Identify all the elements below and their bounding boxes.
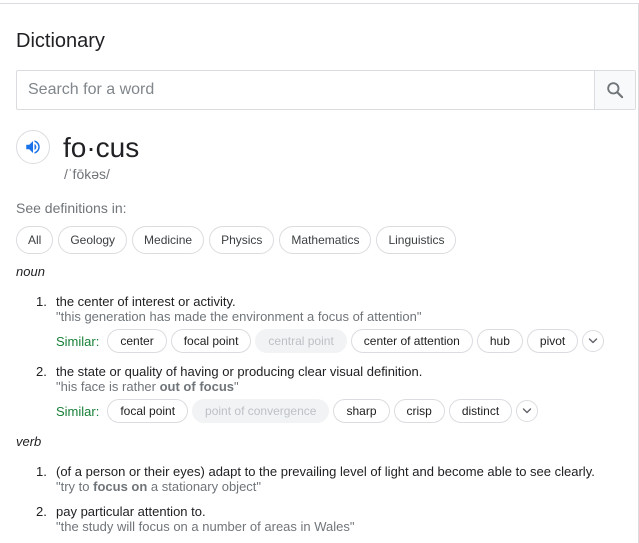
definition-text: the center of interest or activity. [56, 294, 236, 309]
pronunciation-button[interactable] [16, 130, 50, 164]
part-of-speech-verb: verb [16, 434, 42, 449]
chip-geology[interactable]: Geology [58, 226, 128, 254]
sense-number: 1. [36, 294, 47, 309]
example-text: "the study will focus on a number of are… [56, 519, 355, 534]
phonetic: /ˈfōkəs/ [64, 166, 110, 182]
domain-chips: All Geology Medicine Physics Mathematics… [16, 226, 457, 254]
similar-chip[interactable]: sharp [333, 399, 390, 423]
similar-chip-disabled: point of convergence [192, 399, 330, 423]
search-field[interactable] [17, 71, 594, 109]
chevron-down-icon [589, 338, 598, 344]
definition-text: (of a person or their eyes) adapt to the… [56, 464, 595, 479]
example-text: "his face is rather out of focus" [56, 379, 239, 394]
example-highlight: focus on [93, 479, 148, 494]
part-of-speech-noun: noun [16, 264, 45, 279]
dictionary-title: Dictionary [16, 30, 105, 52]
example-highlight: out of focus [159, 379, 234, 394]
similar-row: Similar: focal point point of convergenc… [56, 399, 539, 423]
similar-label: Similar: [56, 403, 100, 419]
similar-row: Similar: center focal point central poin… [56, 329, 605, 353]
expand-similar-button[interactable] [582, 330, 605, 352]
search-button[interactable] [594, 71, 635, 109]
headword: fo·cus [63, 132, 140, 163]
similar-chip[interactable]: distinct [448, 399, 513, 423]
example-text: "this generation has made the environmen… [56, 309, 422, 324]
chip-linguistics[interactable]: Linguistics [376, 226, 457, 254]
similar-label: Similar: [56, 333, 100, 349]
search-input[interactable] [26, 80, 594, 100]
speaker-icon [26, 140, 40, 154]
chip-all[interactable]: All [16, 226, 54, 254]
definition-text: pay particular attention to. [56, 504, 206, 519]
sense-number: 1. [36, 464, 47, 479]
similar-chip[interactable]: focal point [107, 399, 189, 423]
see-definitions-label: See definitions in: [16, 200, 127, 216]
search-icon [607, 82, 624, 99]
similar-chip[interactable]: pivot [526, 329, 579, 353]
search-box [16, 70, 636, 110]
chip-mathematics[interactable]: Mathematics [279, 226, 372, 254]
chip-medicine[interactable]: Medicine [132, 226, 205, 254]
chip-physics[interactable]: Physics [209, 226, 275, 254]
expand-similar-button[interactable] [516, 400, 539, 422]
similar-chip[interactable]: crisp [393, 399, 445, 423]
chevron-down-icon [523, 408, 532, 414]
sense-number: 2. [36, 504, 47, 519]
similar-chip-disabled: central point [255, 329, 347, 353]
example-text: "try to focus on a stationary object" [56, 479, 262, 494]
definition-text: the state or quality of having or produc… [56, 364, 423, 379]
similar-chip[interactable]: focal point [170, 329, 252, 353]
sense-number: 2. [36, 364, 47, 379]
similar-chip[interactable]: hub [476, 329, 523, 353]
similar-chip[interactable]: center [107, 329, 167, 353]
similar-chip[interactable]: center of attention [350, 329, 473, 353]
